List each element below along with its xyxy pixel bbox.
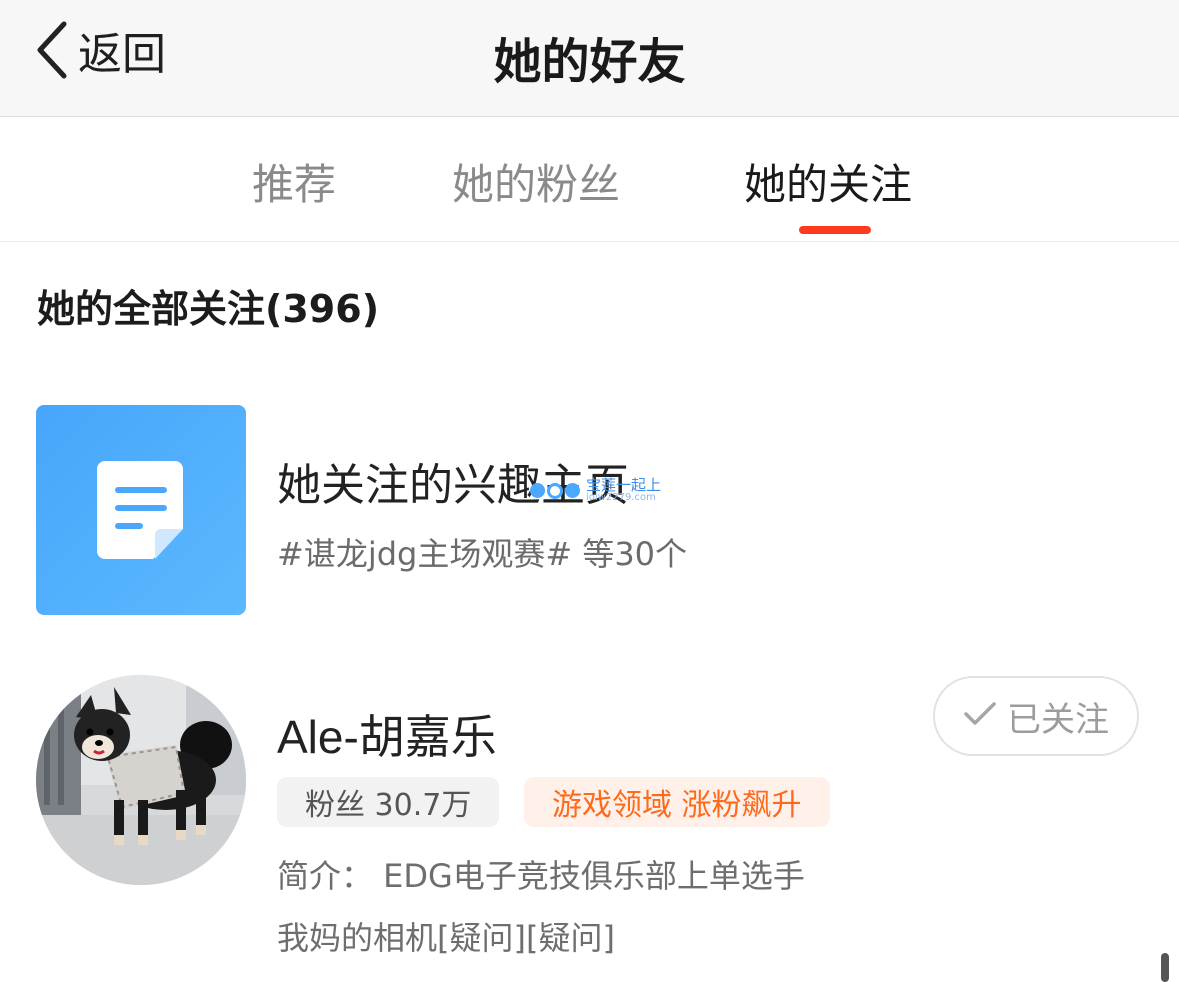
watermark-text: 宝莲一起上 (586, 476, 662, 494)
following-button[interactable]: 已关注 (933, 676, 1139, 756)
tab-bar: 推荐 她的粉丝 她的关注 (0, 117, 1179, 242)
check-icon (963, 701, 997, 731)
section-title: 她的全部关注(396) (37, 287, 380, 331)
interest-icon-tile (36, 405, 246, 615)
watermark-subtext: ioiw2279.com (586, 492, 656, 503)
user-bio-line-2: 我妈的相机[疑问][疑问] (277, 919, 615, 957)
nav-bar: 返回 她的好友 (0, 0, 1179, 117)
tab-recommend[interactable]: 推荐 (252, 151, 336, 212)
scrollbar[interactable] (1161, 953, 1169, 982)
following-label: 已关注 (1007, 699, 1109, 740)
avatar[interactable] (36, 675, 246, 885)
user-name[interactable]: Ale-胡嘉乐 (277, 701, 497, 767)
watermark: 宝莲一起上 ioiw2279.com (530, 478, 661, 503)
fans-count-tag: 粉丝 30.7万 (277, 777, 500, 827)
trending-tag: 游戏领域 涨粉飙升 (524, 777, 830, 827)
tab-her-following[interactable]: 她的关注 (744, 151, 912, 212)
user-bio-line-1: 简介： EDG电子竞技俱乐部上单选手 (277, 857, 805, 895)
document-icon (97, 459, 185, 565)
user-list-item[interactable]: Ale-胡嘉乐 已关注 粉丝 30.7万 游戏领域 涨粉飙升 简介： EDG电子… (36, 675, 1146, 965)
page-title: 她的好友 (493, 34, 686, 90)
tab-her-fans[interactable]: 她的粉丝 (452, 151, 620, 212)
active-tab-indicator (799, 226, 871, 234)
interest-pages-item[interactable]: 她关注的兴趣主页 #谌龙jdg主场观赛# 等30个 (36, 405, 1136, 615)
interest-subtitle: #谌龙jdg主场观赛# 等30个 (277, 535, 688, 573)
